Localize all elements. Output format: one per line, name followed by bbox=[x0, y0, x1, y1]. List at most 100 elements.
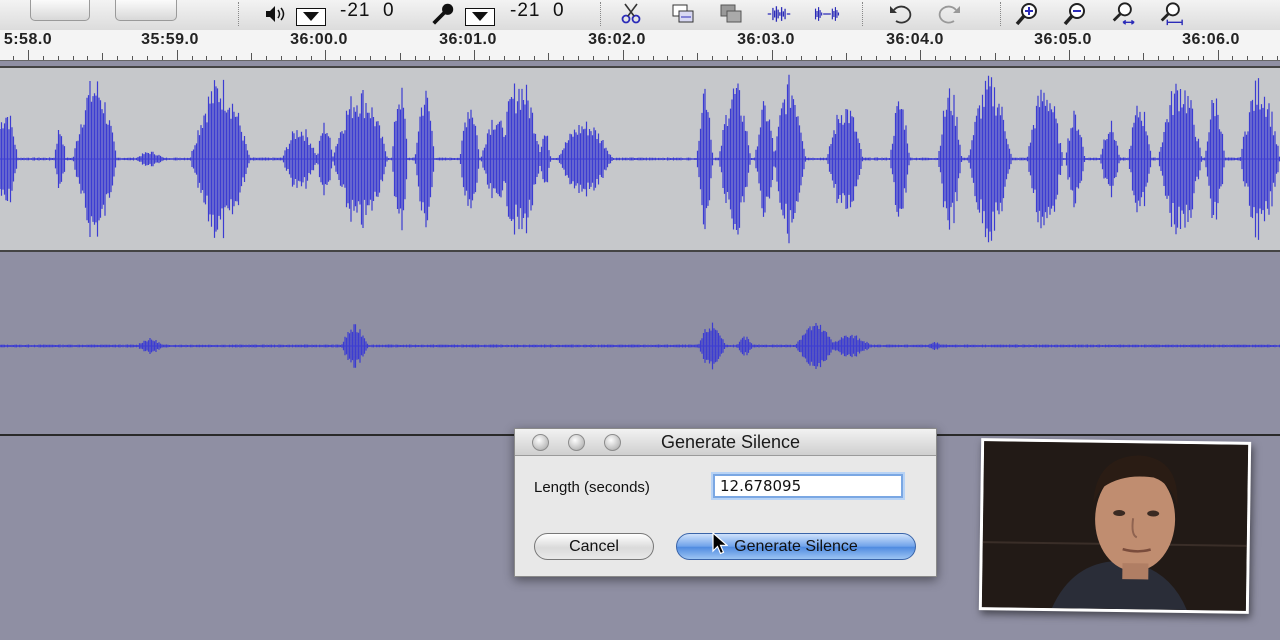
length-seconds-input[interactable] bbox=[713, 474, 903, 498]
trim-icon[interactable] bbox=[766, 2, 792, 26]
ruler-tick bbox=[488, 56, 490, 60]
ruler-tick bbox=[548, 53, 550, 60]
ruler-label: 36:02.0 bbox=[588, 31, 646, 48]
dialog-title: Generate Silence bbox=[660, 432, 801, 452]
zoom-in-icon[interactable] bbox=[1014, 2, 1040, 26]
ruler-tick bbox=[42, 56, 44, 60]
speaker-icon bbox=[262, 2, 288, 26]
ruler-label: 36:06.0 bbox=[1182, 31, 1240, 48]
ruler-label: 36:04.0 bbox=[886, 31, 944, 48]
ruler-tick bbox=[1128, 56, 1130, 60]
ruler-tick bbox=[132, 56, 134, 60]
ruler-tick bbox=[1054, 56, 1056, 60]
scissors-icon[interactable] bbox=[618, 2, 644, 26]
ruler-tick bbox=[474, 50, 476, 60]
ruler-tick bbox=[637, 56, 639, 60]
ruler-tick bbox=[682, 56, 684, 60]
ruler-tick bbox=[563, 56, 565, 60]
ruler-tick bbox=[87, 56, 89, 60]
ruler-tick bbox=[117, 56, 119, 60]
ruler-tick bbox=[712, 56, 714, 60]
length-label: Length (seconds) bbox=[534, 479, 650, 496]
ruler-tick bbox=[845, 53, 847, 60]
ruler-tick bbox=[830, 56, 832, 60]
ruler-tick bbox=[370, 56, 371, 60]
ruler-tick bbox=[176, 50, 178, 60]
ruler-tick bbox=[384, 56, 386, 60]
ruler-label: 35:59.0 bbox=[141, 31, 199, 48]
ruler-tick bbox=[593, 56, 595, 60]
ruler-tick bbox=[533, 56, 535, 60]
presenter-video bbox=[981, 441, 1249, 611]
ruler-tick bbox=[1039, 56, 1041, 60]
ruler-tick bbox=[920, 50, 922, 60]
microphone-icon bbox=[430, 2, 456, 26]
timeline-ruler[interactable]: 5:58.0 35:59.0 36:00.0 36:01.0 36:02.0 3… bbox=[0, 30, 1280, 61]
ruler-tick bbox=[905, 56, 907, 60]
playback-level-value: -21 0 bbox=[340, 0, 395, 21]
ruler-tick bbox=[622, 50, 624, 60]
ruler-tick bbox=[72, 56, 74, 60]
toolbar-separator bbox=[600, 2, 603, 26]
ruler-tick bbox=[251, 53, 253, 60]
record-volume-dropdown[interactable] bbox=[465, 8, 495, 26]
ruler-tick bbox=[503, 56, 505, 60]
ruler-tick bbox=[667, 56, 669, 60]
paste-icon[interactable] bbox=[718, 2, 744, 26]
ruler-tick bbox=[1202, 56, 1204, 60]
stop-button[interactable] bbox=[30, 0, 90, 21]
ruler-tick bbox=[935, 56, 937, 60]
ruler-tick bbox=[191, 56, 193, 60]
ruler-tick bbox=[1158, 56, 1160, 60]
ruler-tick bbox=[801, 56, 803, 60]
ruler-tick bbox=[355, 56, 357, 60]
ruler-tick bbox=[1262, 56, 1264, 60]
ruler-tick bbox=[786, 56, 788, 60]
silence-icon[interactable] bbox=[814, 2, 840, 26]
record-level-value: -21 0 bbox=[510, 0, 565, 21]
audio-track-2[interactable] bbox=[0, 256, 1280, 436]
ruler-tick bbox=[13, 56, 15, 60]
fit-project-icon[interactable] bbox=[1158, 2, 1184, 26]
ruler-label: 36:05.0 bbox=[1034, 31, 1092, 48]
ruler-tick bbox=[340, 56, 342, 60]
ruler-tick bbox=[280, 56, 282, 60]
ruler-tick bbox=[102, 53, 104, 60]
ruler-tick bbox=[741, 56, 743, 60]
playback-volume-dropdown[interactable] bbox=[296, 8, 326, 26]
ruler-tick bbox=[1187, 56, 1189, 60]
dialog-titlebar[interactable]: Generate Silence bbox=[515, 429, 936, 456]
ruler-tick bbox=[994, 53, 996, 60]
ruler-tick bbox=[459, 56, 461, 60]
cancel-button[interactable]: Cancel bbox=[534, 533, 654, 560]
ruler-tick bbox=[1172, 56, 1174, 60]
zoom-out-icon[interactable] bbox=[1062, 2, 1088, 26]
ruler-tick bbox=[816, 56, 818, 60]
ruler-tick bbox=[1143, 53, 1145, 60]
ruler-tick bbox=[578, 56, 580, 60]
ruler-tick bbox=[1217, 50, 1219, 60]
ruler-tick bbox=[860, 56, 862, 60]
ruler-tick bbox=[399, 53, 401, 60]
ruler-tick bbox=[429, 56, 431, 60]
presenter-face-image bbox=[981, 441, 1249, 611]
undo-icon[interactable] bbox=[888, 2, 914, 26]
skip-end-button[interactable] bbox=[115, 0, 177, 21]
ruler-tick bbox=[221, 56, 223, 60]
toolbar-separator bbox=[862, 2, 865, 26]
redo-icon[interactable] bbox=[936, 2, 962, 26]
ruler-tick bbox=[57, 56, 59, 60]
copy-icon[interactable] bbox=[670, 2, 696, 26]
ruler-tick bbox=[949, 56, 951, 60]
ruler-tick bbox=[325, 50, 327, 60]
ruler-tick bbox=[979, 56, 981, 60]
ruler-tick bbox=[607, 56, 609, 60]
audio-track-1[interactable] bbox=[0, 66, 1280, 252]
fit-selection-icon[interactable] bbox=[1110, 2, 1136, 26]
ruler-tick bbox=[161, 56, 163, 60]
ruler-tick bbox=[771, 50, 773, 60]
ruler-tick bbox=[1098, 56, 1100, 60]
ruler-tick bbox=[265, 56, 267, 60]
ruler-label: 36:01.0 bbox=[439, 31, 497, 48]
ruler-tick bbox=[875, 56, 877, 60]
